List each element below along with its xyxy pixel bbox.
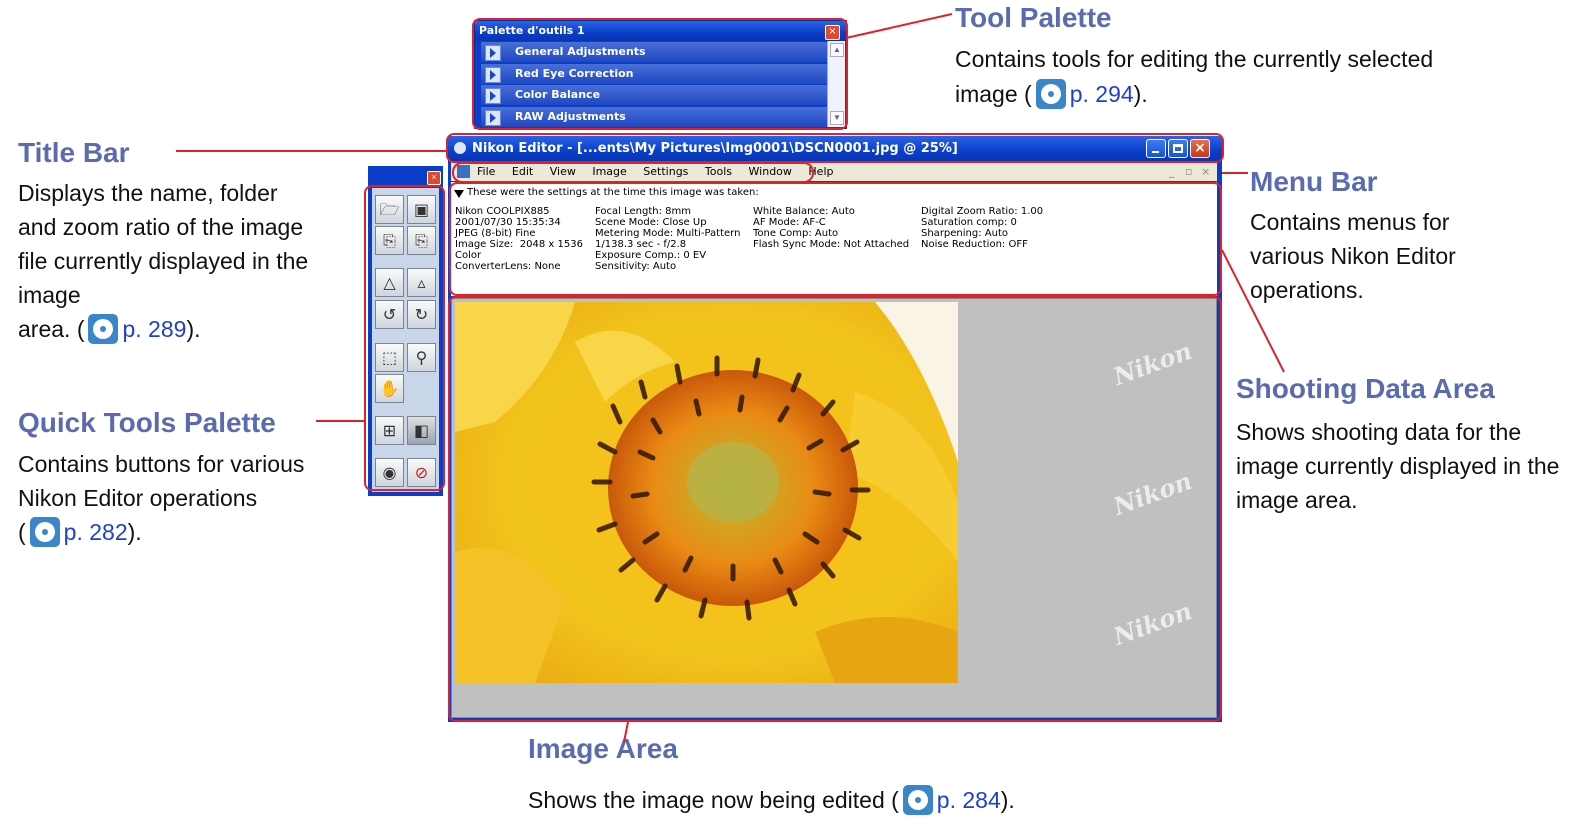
shooting-data-highlight [449,182,1222,296]
mdi-restore-icon[interactable]: ▫ [1185,162,1192,181]
title-bar-highlight [446,133,1224,163]
tool-palette-highlight [472,18,848,130]
menu-bar-highlight [452,162,814,183]
mdi-minimize-icon[interactable]: _ [1169,162,1175,181]
quick-tools-highlight [364,185,445,491]
image-area-highlight [448,296,1222,722]
close-icon[interactable]: × [427,171,441,185]
mdi-close-icon[interactable]: × [1201,162,1210,181]
